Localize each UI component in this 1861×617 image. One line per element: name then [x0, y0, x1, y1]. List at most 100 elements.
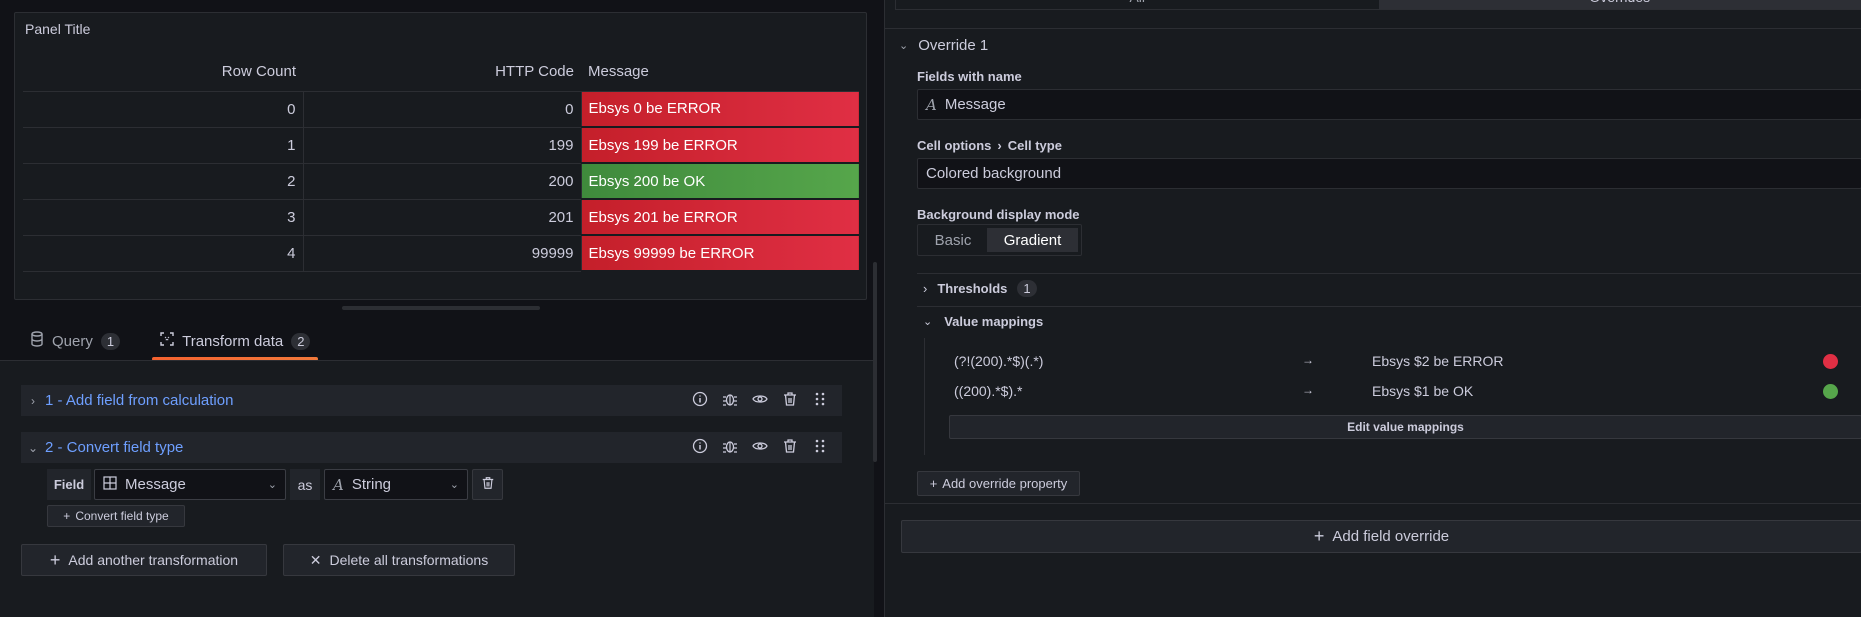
transformation-row-1[interactable]: › 1 - Add field from calculation [21, 385, 842, 416]
convert-field-type-button[interactable]: + Convert field type [47, 505, 185, 527]
bg-mode-basic[interactable]: Basic [921, 232, 985, 249]
column-header-http-code[interactable]: HTTP Code [303, 53, 581, 92]
transform-icon [160, 332, 174, 350]
info-icon[interactable] [692, 391, 708, 411]
vertical-scrollbar[interactable] [873, 262, 877, 462]
cell-http-code: 201 [303, 199, 582, 236]
delete-all-label: Delete all transformations [329, 552, 489, 568]
mapping-color-dot [1823, 354, 1838, 369]
tab-query-count: 1 [100, 332, 121, 350]
value-mappings-header[interactable]: ⌄ Value mappings [923, 314, 1043, 329]
tab-transform-count: 2 [291, 332, 311, 350]
add-override-property-label: Add override property [942, 476, 1068, 491]
bg-mode-label: Background display mode [917, 207, 1080, 222]
tab-overrides[interactable]: Overrides [1378, 0, 1861, 9]
divider [885, 503, 1861, 504]
thresholds-label: Thresholds [937, 281, 1008, 296]
column-header-message[interactable]: Message [581, 53, 859, 92]
transformation-title[interactable]: 1 - Add field from calculation [45, 392, 233, 409]
mapping-pattern: ((200).*$).* [954, 383, 1023, 399]
string-type-icon: A [333, 475, 344, 494]
trash-icon [481, 476, 495, 494]
trash-icon[interactable] [782, 438, 798, 458]
plus-icon: + [63, 509, 71, 523]
delete-all-transformations-button[interactable]: ✕ Delete all transformations [283, 544, 515, 576]
add-field-override-label: Add field override [1332, 528, 1450, 545]
chevron-right-icon: › [997, 138, 1002, 153]
delete-conversion-button[interactable] [472, 469, 503, 500]
chevron-down-icon[interactable]: ⌄ [21, 441, 45, 455]
mapping-color-dot [1823, 384, 1838, 399]
arrow-right-icon: → [1302, 383, 1314, 397]
bg-mode-gradient[interactable]: Gradient [987, 228, 1078, 252]
cell-type-label: Cell options › Cell type [917, 138, 1062, 153]
close-icon: ✕ [309, 551, 322, 568]
chevron-down-icon: ⌄ [267, 479, 277, 491]
fields-with-name-value: Message [944, 96, 1006, 113]
cell-message: Ebsys 99999 be ERROR [581, 235, 859, 272]
chevron-down-icon: ⌄ [923, 316, 933, 328]
cell-type-value: Colored background [926, 165, 1062, 182]
debug-bug-icon[interactable] [722, 438, 738, 458]
eye-icon[interactable] [752, 391, 768, 411]
cell-type-label-text: Cell type [1007, 138, 1062, 153]
cell-message: Ebsys 0 be ERROR [581, 91, 859, 128]
table-row: 0 0 Ebsys 0 be ERROR [23, 91, 859, 128]
cell-http-code: 0 [303, 91, 582, 128]
divider [917, 273, 1861, 274]
pane-resize-handle[interactable] [342, 306, 540, 310]
thresholds-header[interactable]: › Thresholds 1 [923, 280, 1037, 297]
fields-with-name-label: Fields with name [917, 69, 1022, 84]
tab-transform-label: Transform data [182, 332, 284, 350]
plus-icon: + [49, 549, 61, 570]
fields-with-name-select[interactable]: A Message [917, 89, 1861, 120]
cell-row-count: 4 [23, 235, 304, 272]
info-icon[interactable] [692, 438, 708, 458]
drag-handle-icon[interactable] [812, 391, 828, 411]
tab-query[interactable]: Query 1 [22, 328, 128, 354]
options-pane: All Overrides ⌄ Override 1 Fields with n… [884, 0, 1861, 617]
add-another-transformation-button[interactable]: + Add another transformation [21, 544, 267, 576]
mapping-result: Ebsys $1 be OK [1372, 383, 1474, 399]
transformation-row-2[interactable]: ⌄ 2 - Convert field type [21, 432, 842, 463]
cell-http-code: 199 [303, 127, 582, 164]
table-row: 2 200 Ebsys 200 be OK [23, 163, 859, 200]
tab-transform-data[interactable]: Transform data 2 [152, 328, 319, 361]
eye-icon[interactable] [752, 438, 768, 458]
plus-icon: + [929, 476, 938, 491]
mapping-pattern: (?!(200).*$)(.*) [954, 353, 1044, 369]
tab-all[interactable]: All [896, 0, 1379, 9]
add-override-property-button[interactable]: + Add override property [917, 471, 1080, 496]
cell-http-code: 200 [303, 163, 582, 200]
override-header[interactable]: ⌄ Override 1 [899, 37, 988, 54]
drag-handle-icon[interactable] [812, 438, 828, 458]
trash-icon[interactable] [782, 391, 798, 411]
as-label: as [290, 469, 320, 500]
value-mappings-label: Value mappings [944, 314, 1044, 329]
cell-http-code: 99999 [303, 235, 582, 272]
field-label: Field [47, 469, 91, 500]
cell-row-count: 3 [23, 199, 304, 236]
mapping-result: Ebsys $2 be ERROR [1372, 353, 1504, 369]
type-select[interactable]: A String ⌄ [324, 469, 468, 500]
query-editor-pane: Panel Title Row Count HTTP Code Message … [0, 0, 884, 617]
table-row: 3 201 Ebsys 201 be ERROR [23, 199, 859, 236]
add-field-override-button[interactable]: + Add field override [901, 520, 1861, 553]
column-header-row-count[interactable]: Row Count [23, 53, 303, 92]
cell-options-label: Cell options [917, 138, 992, 153]
data-table: Row Count HTTP Code Message 0 0 Ebsys 0 … [23, 53, 859, 272]
chevron-down-icon: ⌄ [899, 40, 909, 52]
chevron-down-icon: ⌄ [449, 479, 459, 491]
field-select[interactable]: Message ⌄ [94, 469, 286, 500]
transformation-title[interactable]: 2 - Convert field type [45, 439, 183, 456]
plus-icon: + [1313, 526, 1325, 546]
edit-value-mappings-button[interactable]: Edit value mappings [949, 415, 1861, 439]
cell-type-select[interactable]: Colored background [917, 158, 1861, 189]
table-panel: Panel Title Row Count HTTP Code Message … [14, 12, 867, 300]
add-transformation-label: Add another transformation [68, 552, 239, 568]
chevron-right-icon[interactable]: › [21, 394, 45, 408]
section-indent-line [924, 338, 925, 455]
debug-bug-icon[interactable] [722, 391, 738, 411]
field-select-value: Message [125, 476, 186, 493]
bg-mode-radio-group: Basic Gradient [917, 224, 1082, 256]
